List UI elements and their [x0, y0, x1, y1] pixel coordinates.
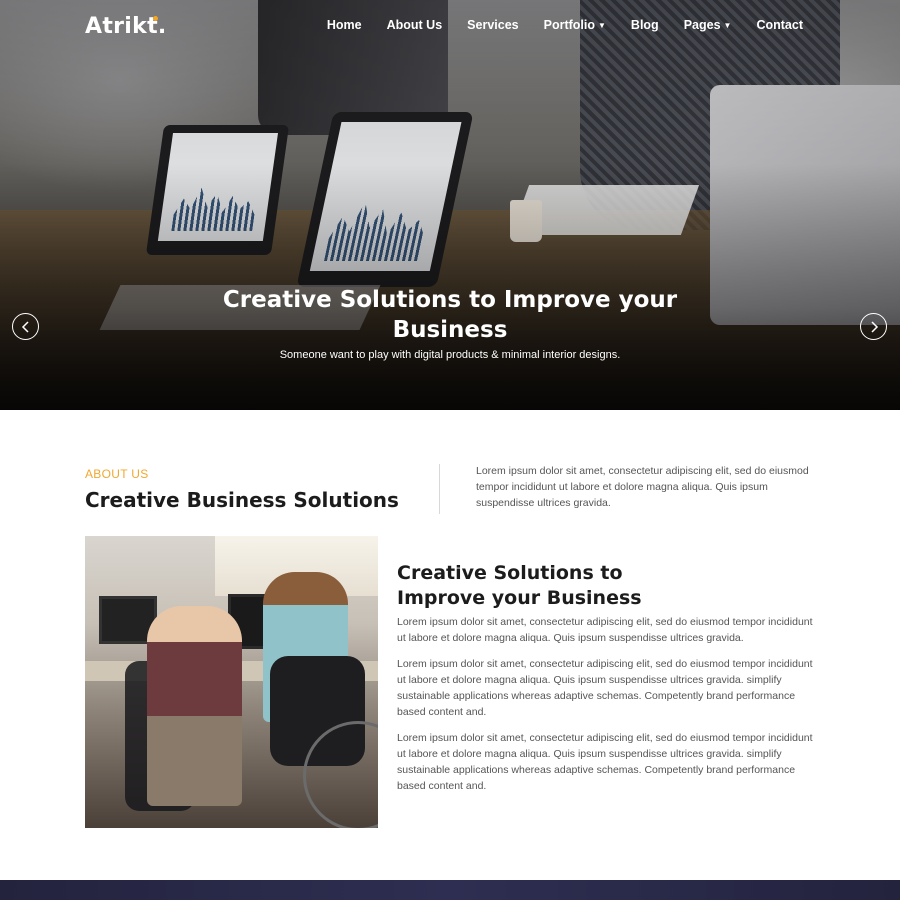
next-section-band [0, 880, 900, 900]
hero-caption: Creative Solutions to Improve your Busin… [0, 285, 900, 361]
nav-item-blog[interactable]: Blog [631, 18, 659, 32]
logo-dot [152, 16, 158, 21]
hero-subtitle: Someone want to play with digital produc… [279, 349, 621, 361]
nav-item-services[interactable]: Services [467, 18, 518, 32]
feature-title: Creative Solutions to Improve your Busin… [397, 562, 642, 609]
caret-down-icon: ▼ [723, 20, 732, 30]
caret-down-icon: ▼ [598, 20, 606, 30]
office-photo [85, 536, 378, 828]
feature-paragraph: Lorem ipsum dolor sit amet, consectetur … [397, 616, 813, 644]
nav-item-label: Contact [756, 18, 803, 32]
nav-item-label: Blog [630, 18, 659, 32]
divider [439, 464, 440, 514]
nav-item-label: Portfolio [543, 18, 595, 32]
chevron-right-icon [870, 320, 878, 333]
nav-item-label: Services [467, 18, 519, 32]
section-title: Creative Business Solutions [85, 488, 399, 512]
logo[interactable]: Atrikt. [85, 14, 167, 39]
hero-slider: Atrikt. Home About Us Services Portfolio… [0, 0, 900, 410]
feature-paragraph: Lorem ipsum dolor sit amet, consectetur … [397, 732, 813, 792]
nav-item-portfolio[interactable]: Portfolio ▼ [544, 18, 606, 32]
main-menu: Home About Us Services Portfolio ▼ Blog P… [302, 18, 803, 32]
chevron-left-icon [21, 320, 29, 333]
feature-content: Creative Solutions to Improve your Busin… [397, 561, 822, 794]
slider-next-button[interactable] [860, 313, 887, 340]
section-label: ABOUT US [85, 467, 149, 481]
hero-title: Creative Solutions to Improve your Busin… [222, 287, 678, 343]
slider-prev-button[interactable] [12, 313, 39, 340]
section-description: Lorem ipsum dolor sit amet, consectetur … [476, 465, 809, 509]
nav-item-label: Pages [683, 18, 721, 32]
nav-item-home[interactable]: Home [327, 18, 362, 32]
nav-item-contact[interactable]: Contact [756, 18, 803, 32]
nav-item-about-us[interactable]: About Us [387, 18, 443, 32]
navbar: Atrikt. Home About Us Services Portfolio… [0, 0, 900, 52]
feature-paragraph: Lorem ipsum dolor sit amet, consectetur … [397, 658, 813, 718]
nav-item-pages[interactable]: Pages ▼ [684, 18, 732, 32]
nav-item-label: About Us [386, 18, 443, 32]
photo-person [147, 606, 242, 806]
nav-item-label: Home [326, 18, 362, 32]
